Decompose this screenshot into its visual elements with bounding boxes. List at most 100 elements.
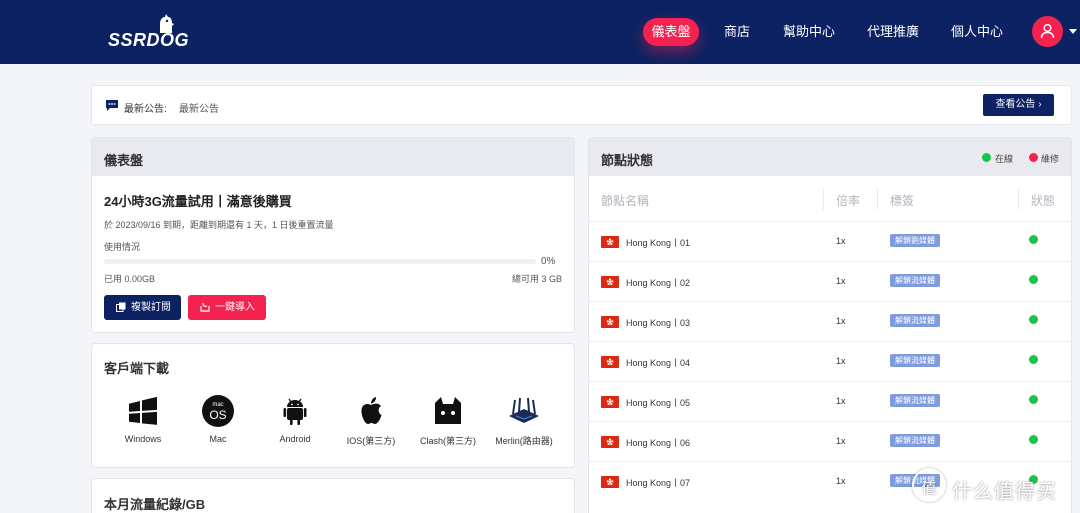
bauhinia-icon — [606, 278, 614, 286]
one-click-import-button[interactable]: 一鍵導入 — [188, 295, 266, 320]
hong-kong-flag-icon — [601, 316, 619, 328]
usage-percent: 0% — [541, 256, 556, 267]
node-rate: 1x — [836, 356, 846, 366]
node-rate: 1x — [836, 396, 846, 406]
node-tag: 解鎖流媒體 — [890, 394, 940, 407]
node-rate: 1x — [836, 436, 846, 446]
usage-label: 使用情況 — [104, 242, 141, 252]
user-avatar-button[interactable] — [1032, 16, 1063, 47]
client-download-card: 客戶端下載 Windows mac OS Mac Android IOS(第三方… — [91, 343, 575, 468]
copy-subscription-label: 複製訂閱 — [131, 302, 171, 313]
dashboard-title: 儀表盤 — [104, 153, 144, 168]
node-status-dot — [1029, 275, 1038, 284]
column-status: 狀態 — [1031, 194, 1056, 208]
client-android[interactable]: Android — [257, 394, 333, 454]
legend-maintenance-dot — [1029, 153, 1038, 162]
client-name: Clash(第三方) — [419, 436, 476, 446]
macos-icon: mac OS — [202, 395, 234, 427]
dog-mascot-icon — [160, 14, 174, 33]
node-name: Hong Kong丨06 — [626, 438, 691, 448]
top-navbar: SSRDOG 儀表盤 商店 幫助中心 代理推廣 個人中心 — [0, 0, 1080, 64]
monthly-traffic-card: 本月流量紀錄/GB — [91, 478, 575, 513]
android-icon — [283, 398, 307, 425]
column-rate: 倍率 — [836, 194, 861, 208]
dashboard-card-header: 儀表盤 — [92, 138, 574, 176]
node-rate: 1x — [836, 236, 846, 246]
node-status-dot — [1029, 435, 1038, 444]
node-row[interactable]: Hong Kong丨03 1x 解鎖流媒體 — [589, 301, 1071, 341]
watermark-text: 什么值得买 — [952, 481, 1057, 503]
copy-subscription-button[interactable]: 複製訂閱 — [104, 295, 181, 320]
bauhinia-icon — [606, 478, 614, 486]
legend-maintenance-label: 維修 — [1041, 154, 1060, 164]
nav-user-center[interactable]: 個人中心 — [944, 18, 1010, 46]
watermark-badge-text: 值 — [921, 480, 937, 497]
node-row[interactable]: Hong Kong丨04 1x 解鎖流媒體 — [589, 341, 1071, 381]
user-icon — [1040, 24, 1055, 39]
usage-progress-bar — [104, 259, 536, 264]
hong-kong-flag-icon — [601, 436, 619, 448]
svg-text:OS: OS — [209, 408, 226, 422]
node-row[interactable]: Hong Kong丨01 1x 解鎖劉媒體 — [589, 221, 1071, 261]
node-status-dot — [1029, 235, 1038, 244]
client-download-title: 客戶端下載 — [104, 361, 170, 376]
node-tag: 解鎖劉媒體 — [890, 234, 940, 247]
client-name: Mac — [209, 434, 227, 444]
legend-online-dot — [982, 153, 991, 162]
client-mac[interactable]: mac OS Mac — [180, 394, 256, 454]
monthly-traffic-title: 本月流量紀錄/GB — [104, 497, 206, 512]
hong-kong-flag-icon — [601, 276, 619, 288]
plan-expiry: 於 2023/09/16 到期，距離到期還有 1 天，1 日後重置流量 — [104, 220, 334, 230]
watermark-badge: 值 — [912, 468, 946, 502]
bauhinia-icon — [606, 358, 614, 366]
message-icon — [106, 100, 118, 111]
node-tag: 解鎖流媒體 — [890, 314, 940, 327]
import-icon — [200, 302, 210, 312]
bauhinia-icon — [606, 398, 614, 406]
node-name: Hong Kong丨01 — [626, 238, 691, 248]
node-status-dot — [1029, 395, 1038, 404]
available-traffic: 總可用 3 GB — [511, 274, 562, 284]
node-rate: 1x — [836, 476, 846, 486]
node-status-dot — [1029, 355, 1038, 364]
client-name: IOS(第三方) — [346, 436, 396, 446]
client-name: Android — [279, 434, 311, 444]
column-divider — [877, 188, 878, 210]
router-icon — [509, 397, 539, 423]
node-tag: 解鎖流媒體 — [890, 434, 940, 447]
hong-kong-flag-icon — [601, 356, 619, 368]
column-divider — [823, 188, 824, 210]
view-announcement-button[interactable]: 查看公告 › — [983, 94, 1054, 116]
bauhinia-icon — [606, 318, 614, 326]
node-rate: 1x — [836, 316, 846, 326]
node-row[interactable]: Hong Kong丨02 1x 解鎖流媒體 — [589, 261, 1071, 301]
chevron-down-icon[interactable] — [1069, 29, 1077, 34]
dashboard-card: 儀表盤 24小時3G流量試用丨滿意後購買 於 2023/09/16 到期，距離到… — [91, 137, 575, 333]
brand-logo[interactable]: SSRDOG — [108, 14, 200, 52]
column-node-name: 節點名稱 — [601, 194, 650, 208]
node-name: Hong Kong丨02 — [626, 278, 691, 288]
bauhinia-icon — [606, 238, 614, 246]
node-status-dot — [1029, 315, 1038, 324]
node-rate: 1x — [836, 276, 846, 286]
nav-shop[interactable]: 商店 — [717, 18, 757, 46]
client-merlin[interactable]: Merlin(路由器) — [486, 394, 562, 454]
logo-text: SSRDOG — [108, 30, 190, 50]
node-row[interactable]: Hong Kong丨06 1x 解鎖流媒體 — [589, 421, 1071, 461]
client-clash[interactable]: Clash(第三方) — [410, 394, 486, 454]
clash-cat-icon — [435, 397, 461, 424]
announcement-text: 最新公告 — [179, 104, 219, 115]
node-tag: 解鎖流媒體 — [890, 354, 940, 367]
column-tag: 標簽 — [890, 194, 915, 208]
plan-name: 24小時3G流量試用丨滿意後購買 — [104, 194, 292, 209]
nav-help-center[interactable]: 幫助中心 — [776, 18, 842, 46]
node-row[interactable]: Hong Kong丨05 1x 解鎖流媒體 — [589, 381, 1071, 421]
watermark: 值 什么值得买 — [912, 468, 1072, 508]
nav-dashboard[interactable]: 儀表盤 — [643, 18, 699, 46]
node-status-title: 節點狀態 — [601, 153, 654, 168]
nav-affiliate[interactable]: 代理推廣 — [860, 18, 926, 46]
client-windows[interactable]: Windows — [105, 394, 181, 454]
windows-icon — [129, 396, 157, 425]
copy-icon — [116, 302, 126, 312]
client-ios[interactable]: IOS(第三方) — [333, 394, 409, 454]
